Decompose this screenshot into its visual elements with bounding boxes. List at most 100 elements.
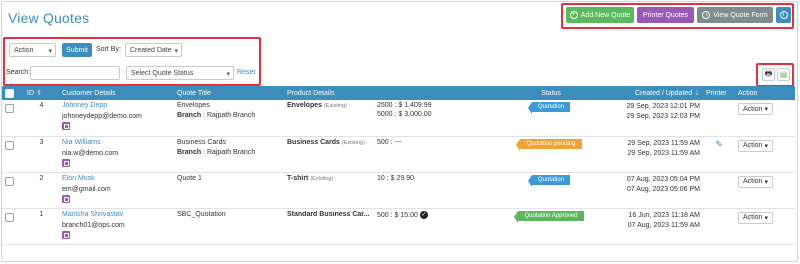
header-product: Product Details [287,89,335,97]
reset-link[interactable]: Reset [237,69,255,76]
header-customer: Customer Details [62,89,116,97]
printer-quotes-button[interactable]: Printer Quotes [637,7,694,23]
action-select[interactable]: Action ▾ [9,43,56,57]
customer-email: johnneydepp@demo.com [62,113,142,120]
customer-name-link[interactable]: Manisha Shrivastav [62,211,171,218]
customer-tag-icon[interactable] [62,158,70,167]
qty-price: 10 : $ 29.90 [377,174,414,182]
row-checkbox[interactable] [5,176,14,186]
chevron-down-icon: ▾ [764,214,768,222]
header-id[interactable]: ID ⇕ [24,86,59,100]
row-action-dropdown[interactable]: Action ▾ [738,175,773,188]
updated-date: 07 Aug, 2023 05:06 PM [626,185,700,193]
quote-status-select[interactable]: Select Quote Status ▾ [126,66,234,80]
table-row: 1 Manisha Shrivastav branch01@ops.com SB… [2,208,795,245]
chevron-down-icon: ▾ [764,178,768,186]
info-icon: i [779,11,788,19]
row-action-dropdown[interactable]: Action ▾ [738,103,773,115]
submit-button[interactable]: Submit [62,43,92,57]
quote-title: Quote 1 [177,174,202,182]
row-action-dropdown[interactable]: Action ▾ [738,139,773,152]
print-icon[interactable]: 🖶 [762,68,775,81]
table-header-row: ID ⇕ Customer Details Quote Title Produc… [2,86,795,100]
quotes-table: ID ⇕ Customer Details Quote Title Produc… [2,86,795,245]
customer-tag-icon[interactable] [62,122,70,130]
chevron-down-icon: ▾ [48,48,52,55]
status-badge: Quotation [527,174,571,187]
product-note: (Existing) : [323,103,350,109]
qty-price: 5000 : $ 3,000.00 [377,111,432,118]
row-checkbox[interactable] [5,140,14,150]
customer-name-link[interactable]: Nia Williams [62,139,171,146]
updated-date: 29 Sep, 2023 12:03 PM [626,113,700,120]
sort-select[interactable]: Created Date ▾ [125,43,182,57]
search-label: Search: [6,69,31,76]
quote-title: Business Cards [177,138,227,146]
view-quote-form-label: View Quote Form [713,11,768,19]
page-title: View Quotes [8,10,90,26]
branch-value: : Rajpath Branch [203,148,256,156]
quote-title: Envelopes [177,102,210,109]
table-row: 4 Johnney Depp johnneydepp@demo.com Enve… [2,100,795,137]
excel-export-icon[interactable]: ▤ [777,68,790,81]
branch-label: Branch [177,148,202,156]
branch-value: : Rajpath Branch [203,112,256,119]
qty-price: 500 : $ 15.00 [377,211,418,219]
add-new-quote-button[interactable]: + Add New Quote [566,7,634,23]
status-badge: Quotation pending [516,138,582,151]
select-all-checkbox[interactable] [5,88,14,98]
header-status: Status [541,89,561,97]
chevron-down-icon: ▾ [764,142,768,150]
edit-icon[interactable]: ✎ [715,139,723,149]
row-checkbox[interactable] [5,104,14,113]
created-date: 29 Sep, 2023 12:01 PM [626,103,700,110]
product-name: T-shirt [287,174,309,182]
row-action-dropdown[interactable]: Action ▾ [738,211,773,224]
product-name: Business Cards [287,138,340,146]
updated-date: 29 Sep, 2023 11:59 AM [627,149,700,157]
customer-email: em@gmail.com [62,185,111,193]
created-date: 07 Aug, 2023 05:04 PM [626,175,700,183]
customer-tag-icon[interactable] [62,230,70,239]
add-new-quote-label: Add New Quote [580,11,631,19]
info-button[interactable]: i [776,7,791,23]
qty-price: 2500 : $ 1,409.99 [377,102,432,109]
chevron-down-icon: ▾ [764,106,768,113]
branch-label: Branch [177,112,202,119]
header-action: Action [738,89,758,97]
header-created-updated[interactable]: Created / Updated ⇣ [603,86,703,100]
header-printer: Printer [706,89,727,97]
customer-name-link[interactable]: Johnney Depp [62,102,171,109]
created-date: 29 Sep, 2023 11:59 AM [627,139,700,147]
chevron-down-icon: ▾ [226,71,230,78]
created-date: 16 Jun, 2023 11:18 AM [628,211,700,219]
customer-name-link[interactable]: Elon Musk [62,175,171,182]
header-quote-title: Quote Title [177,89,211,97]
updated-date: 07 Aug, 2023 11:59 AM [627,221,700,229]
form-icon: i [702,11,711,19]
status-badge: Quotation [527,102,571,114]
row-id: 2 [24,172,59,209]
plus-icon: + [569,11,578,19]
search-input[interactable] [30,66,120,80]
check-circle-icon: ✓ [419,210,428,219]
row-checkbox[interactable] [5,212,14,222]
product-name: Standard Business Car... [287,210,370,218]
table-row: 3 Nia Williams nia.w@demo.com Business C… [2,136,795,173]
printer-quotes-label: Printer Quotes [642,11,689,19]
customer-tag-icon[interactable] [62,194,70,203]
chevron-down-icon: ▾ [174,48,178,55]
row-id: 3 [24,136,59,173]
product-name: Envelopes [287,102,323,109]
customer-email: branch01@ops.com [62,221,125,229]
row-id: 1 [24,208,59,245]
view-quote-form-button[interactable]: i View Quote Form [697,7,773,23]
row-id: 4 [24,100,59,137]
sort-by-label: Sort By: [96,46,121,53]
customer-email: nia.w@demo.com [62,149,119,157]
product-note: (Existing) : [310,175,337,182]
qty-price: 500 : --- [377,138,402,146]
table-row: 2 Elon Musk em@gmail.com Quote 1 T-shirt… [2,172,795,209]
quote-title: SBC_Quotation [177,210,226,218]
status-badge: Quotation Approved [514,210,584,223]
